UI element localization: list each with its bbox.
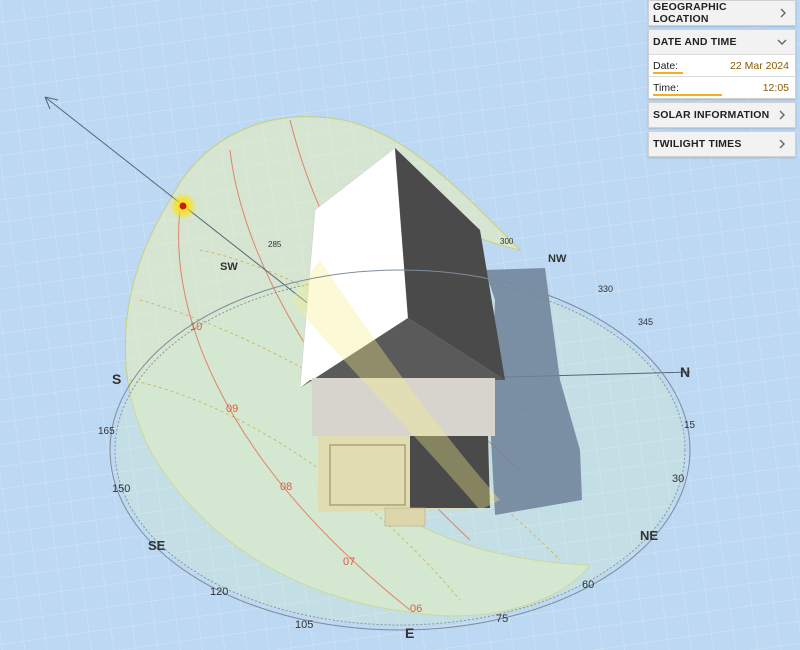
geographic-location-title: GEOGRAPHIC LOCATION: [653, 1, 727, 25]
section-date-and-time: DATE AND TIME Date: 22 Mar 2024 Time: 12…: [648, 29, 796, 99]
chevron-right-icon: [775, 108, 789, 122]
bearing-120: 120: [210, 586, 228, 598]
date-label: Date:: [653, 59, 679, 72]
cardinal-nw: NW: [548, 253, 567, 265]
hour-10: 10: [190, 321, 202, 333]
date-and-time-title: DATE AND TIME: [653, 36, 737, 48]
date-and-time-header[interactable]: DATE AND TIME: [649, 30, 795, 54]
bearing-165: 165: [98, 426, 115, 437]
date-slider[interactable]: [653, 72, 684, 74]
chevron-right-icon: [775, 137, 789, 151]
solar-information-header[interactable]: SOLAR INFORMATION: [649, 103, 795, 127]
cardinal-ne: NE: [640, 528, 658, 543]
geographic-location-header[interactable]: GEOGRAPHIC LOCATION: [649, 1, 795, 25]
hour-08: 08: [280, 481, 292, 493]
bearing-60: 60: [582, 579, 594, 591]
bearing-75: 75: [496, 613, 508, 625]
bearing-30: 30: [672, 473, 684, 485]
steps: [384, 507, 426, 527]
bearing-285: 285: [268, 240, 282, 249]
cardinal-n: N: [680, 364, 690, 380]
sun-marker[interactable]: [179, 202, 187, 210]
hour-07: 07: [343, 556, 355, 568]
cardinal-s: S: [112, 371, 121, 387]
date-value[interactable]: 22 Mar 2024: [730, 60, 789, 72]
time-label: Time:: [653, 81, 679, 94]
twilight-times-title: TWILIGHT TIMES: [653, 138, 742, 150]
hour-09: 09: [226, 403, 238, 415]
solar-information-title: SOLAR INFORMATION: [653, 109, 770, 121]
bearing-330: 330: [598, 284, 613, 294]
cardinal-sw: SW: [220, 261, 238, 273]
section-geographic-location: GEOGRAPHIC LOCATION: [648, 0, 796, 26]
time-slider[interactable]: [653, 94, 722, 96]
chevron-right-icon: [776, 6, 789, 20]
section-twilight-times: TWILIGHT TIMES: [648, 131, 796, 157]
twilight-times-header[interactable]: TWILIGHT TIMES: [649, 132, 795, 156]
cardinal-se: SE: [148, 538, 166, 553]
section-solar-information: SOLAR INFORMATION: [648, 102, 796, 128]
info-panel: GEOGRAPHIC LOCATION DATE AND TIME Date: …: [648, 0, 796, 160]
bearing-345: 345: [638, 317, 653, 327]
time-row[interactable]: Time: 12:05: [649, 76, 795, 98]
bearing-15: 15: [684, 420, 696, 431]
bearing-300: 300: [500, 237, 514, 246]
hour-06: 06: [410, 603, 422, 615]
cardinal-e: E: [405, 625, 414, 641]
bearing-150: 150: [112, 483, 130, 495]
date-row[interactable]: Date: 22 Mar 2024: [649, 54, 795, 76]
chevron-down-icon: [775, 35, 789, 49]
time-value[interactable]: 12:05: [763, 82, 789, 94]
bearing-105: 105: [295, 619, 313, 631]
